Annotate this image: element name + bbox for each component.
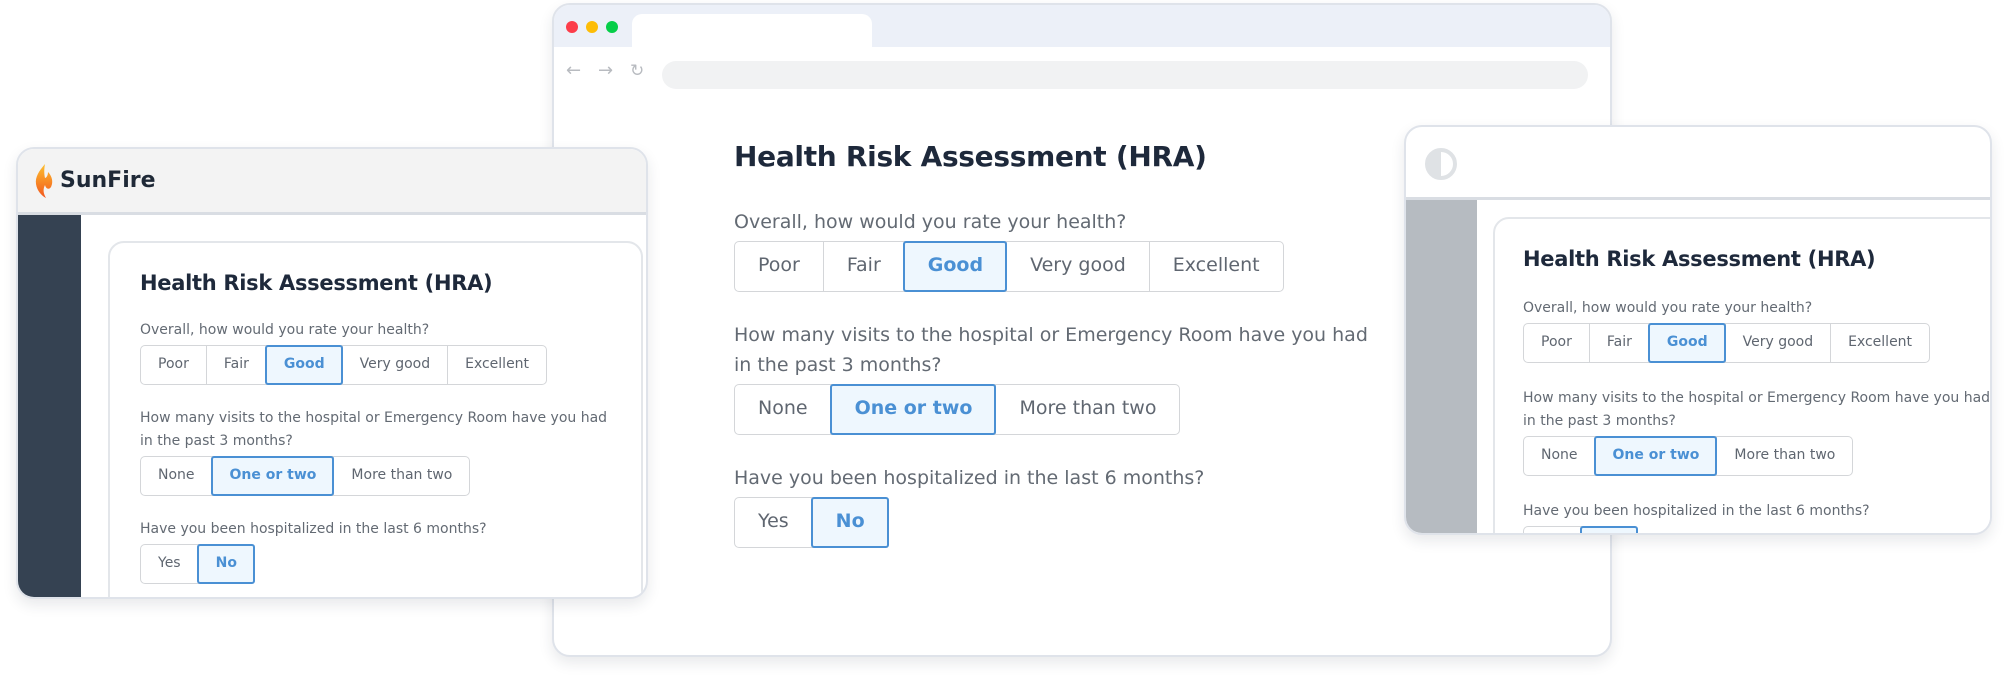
option-group: None One or two More than two <box>140 456 471 496</box>
question-block: Overall, how would you rate your health?… <box>140 319 620 385</box>
address-bar[interactable] <box>662 61 1588 89</box>
reload-icon[interactable]: ↻ <box>630 57 644 85</box>
question-block: Have you been hospitalized in the last 6… <box>1523 500 1990 533</box>
sidebar <box>18 215 81 597</box>
question-block: Overall, how would you rate your health?… <box>734 207 1374 292</box>
back-arrow-icon[interactable]: ← <box>566 57 581 85</box>
option-yes-button[interactable]: Yes <box>735 498 812 547</box>
option-good-button[interactable]: Good <box>903 241 1007 292</box>
sunfire-window: SunFire Health Risk Assessment (HRA) Ove… <box>16 147 648 599</box>
option-excellent-button[interactable]: Excellent <box>447 346 546 384</box>
flame-logo-icon <box>35 163 53 198</box>
hra-form: Health Risk Assessment (HRA) Overall, ho… <box>1523 247 1991 533</box>
option-group: Poor Fair Good Very good Excellent <box>140 345 548 385</box>
forward-arrow-icon[interactable]: → <box>598 57 613 85</box>
option-no-button[interactable]: No <box>1580 526 1638 533</box>
option-good-button[interactable]: Good <box>1648 323 1726 363</box>
option-group: YesNo <box>1523 526 1638 533</box>
question-label: Have you been hospitalized in the last 6… <box>1523 503 1870 519</box>
option-very-good-button[interactable]: Very good <box>341 346 448 384</box>
themed-window: Health Risk Assessment (HRA) Overall, ho… <box>1404 125 1992 535</box>
option-group: YesNo <box>140 544 255 584</box>
option-good-button[interactable]: Good <box>265 345 343 385</box>
option-more-than-two-button[interactable]: More than two <box>1716 437 1852 475</box>
question-block: Have you been hospitalized in the last 6… <box>140 518 620 584</box>
sunfire-header: SunFire <box>18 149 646 215</box>
question-label: How many visits to the hospital or Emerg… <box>734 324 1368 376</box>
option-more-than-two-button[interactable]: More than two <box>995 385 1179 434</box>
option-yes-button[interactable]: Yes <box>1524 527 1581 533</box>
option-very-good-button[interactable]: Very good <box>1006 242 1149 291</box>
browser-tab[interactable] <box>632 14 872 47</box>
question-block: Have you been hospitalized in the last 6… <box>734 463 1374 548</box>
option-none-button[interactable]: None <box>1524 437 1595 475</box>
hra-form: Health Risk Assessment (HRA) Overall, ho… <box>140 271 620 597</box>
option-none-button[interactable]: None <box>735 385 831 434</box>
hra-form: Health Risk Assessment (HRA) Overall, ho… <box>734 140 1374 576</box>
question-label: Overall, how would you rate your health? <box>734 211 1127 233</box>
option-one-or-two-button[interactable]: One or two <box>830 384 996 435</box>
question-label: How many visits to the hospital or Emerg… <box>140 410 608 449</box>
themed-header <box>1406 127 1990 200</box>
minimize-window-button[interactable] <box>586 21 598 33</box>
brand-name: SunFire <box>60 168 156 193</box>
close-window-button[interactable] <box>566 21 578 33</box>
question-label: Have you been hospitalized in the last 6… <box>734 467 1205 489</box>
form-card: Health Risk Assessment (HRA) Overall, ho… <box>1493 217 1991 533</box>
option-one-or-two-button[interactable]: One or two <box>1594 436 1717 476</box>
question-label: Overall, how would you rate your health? <box>1523 300 1813 316</box>
question-label: Overall, how would you rate your health? <box>140 322 430 338</box>
option-more-than-two-button[interactable]: More than two <box>333 457 469 495</box>
page-title: Health Risk Assessment (HRA) <box>1523 247 1876 271</box>
option-group: Poor Fair Good Very good Excellent <box>734 241 1284 292</box>
page-title: Health Risk Assessment (HRA) <box>734 140 1207 173</box>
page-title: Health Risk Assessment (HRA) <box>140 271 493 295</box>
option-poor-button[interactable]: Poor <box>1524 324 1589 362</box>
option-fair-button[interactable]: Fair <box>1588 324 1649 362</box>
option-very-good-button[interactable]: Very good <box>1724 324 1831 362</box>
option-group: Poor Fair Good Very good Excellent <box>1523 323 1931 363</box>
option-group: YesNo <box>734 497 889 548</box>
form-card: Health Risk Assessment (HRA) Overall, ho… <box>108 241 643 597</box>
question-block: How many visits to the hospital or Emerg… <box>1523 387 1991 476</box>
browser-tab-bar <box>554 5 1610 47</box>
question-block: How many visits to the hospital or Emerg… <box>140 407 620 496</box>
option-no-button[interactable]: No <box>197 544 255 584</box>
option-fair-button[interactable]: Fair <box>822 242 904 291</box>
sidebar <box>1406 200 1477 533</box>
option-yes-button[interactable]: Yes <box>141 545 198 583</box>
option-group: None One or two More than two <box>1523 436 1854 476</box>
contrast-logo-icon <box>1425 148 1457 180</box>
option-one-or-two-button[interactable]: One or two <box>211 456 334 496</box>
question-label: Have you been hospitalized in the last 6… <box>140 521 487 537</box>
option-excellent-button[interactable]: Excellent <box>1830 324 1929 362</box>
question-label: How many visits to the hospital or Emerg… <box>1523 390 1991 429</box>
option-group: None One or two More than two <box>734 384 1181 435</box>
question-block: How many visits to the hospital or Emerg… <box>734 320 1374 435</box>
maximize-window-button[interactable] <box>606 21 618 33</box>
question-block: Overall, how would you rate your health?… <box>1523 297 1990 363</box>
option-excellent-button[interactable]: Excellent <box>1148 242 1283 291</box>
option-no-button[interactable]: No <box>811 497 889 548</box>
option-poor-button[interactable]: Poor <box>141 346 206 384</box>
option-fair-button[interactable]: Fair <box>205 346 266 384</box>
browser-nav-row: ← → ↻ <box>554 47 1610 97</box>
option-poor-button[interactable]: Poor <box>735 242 823 291</box>
option-none-button[interactable]: None <box>141 457 212 495</box>
